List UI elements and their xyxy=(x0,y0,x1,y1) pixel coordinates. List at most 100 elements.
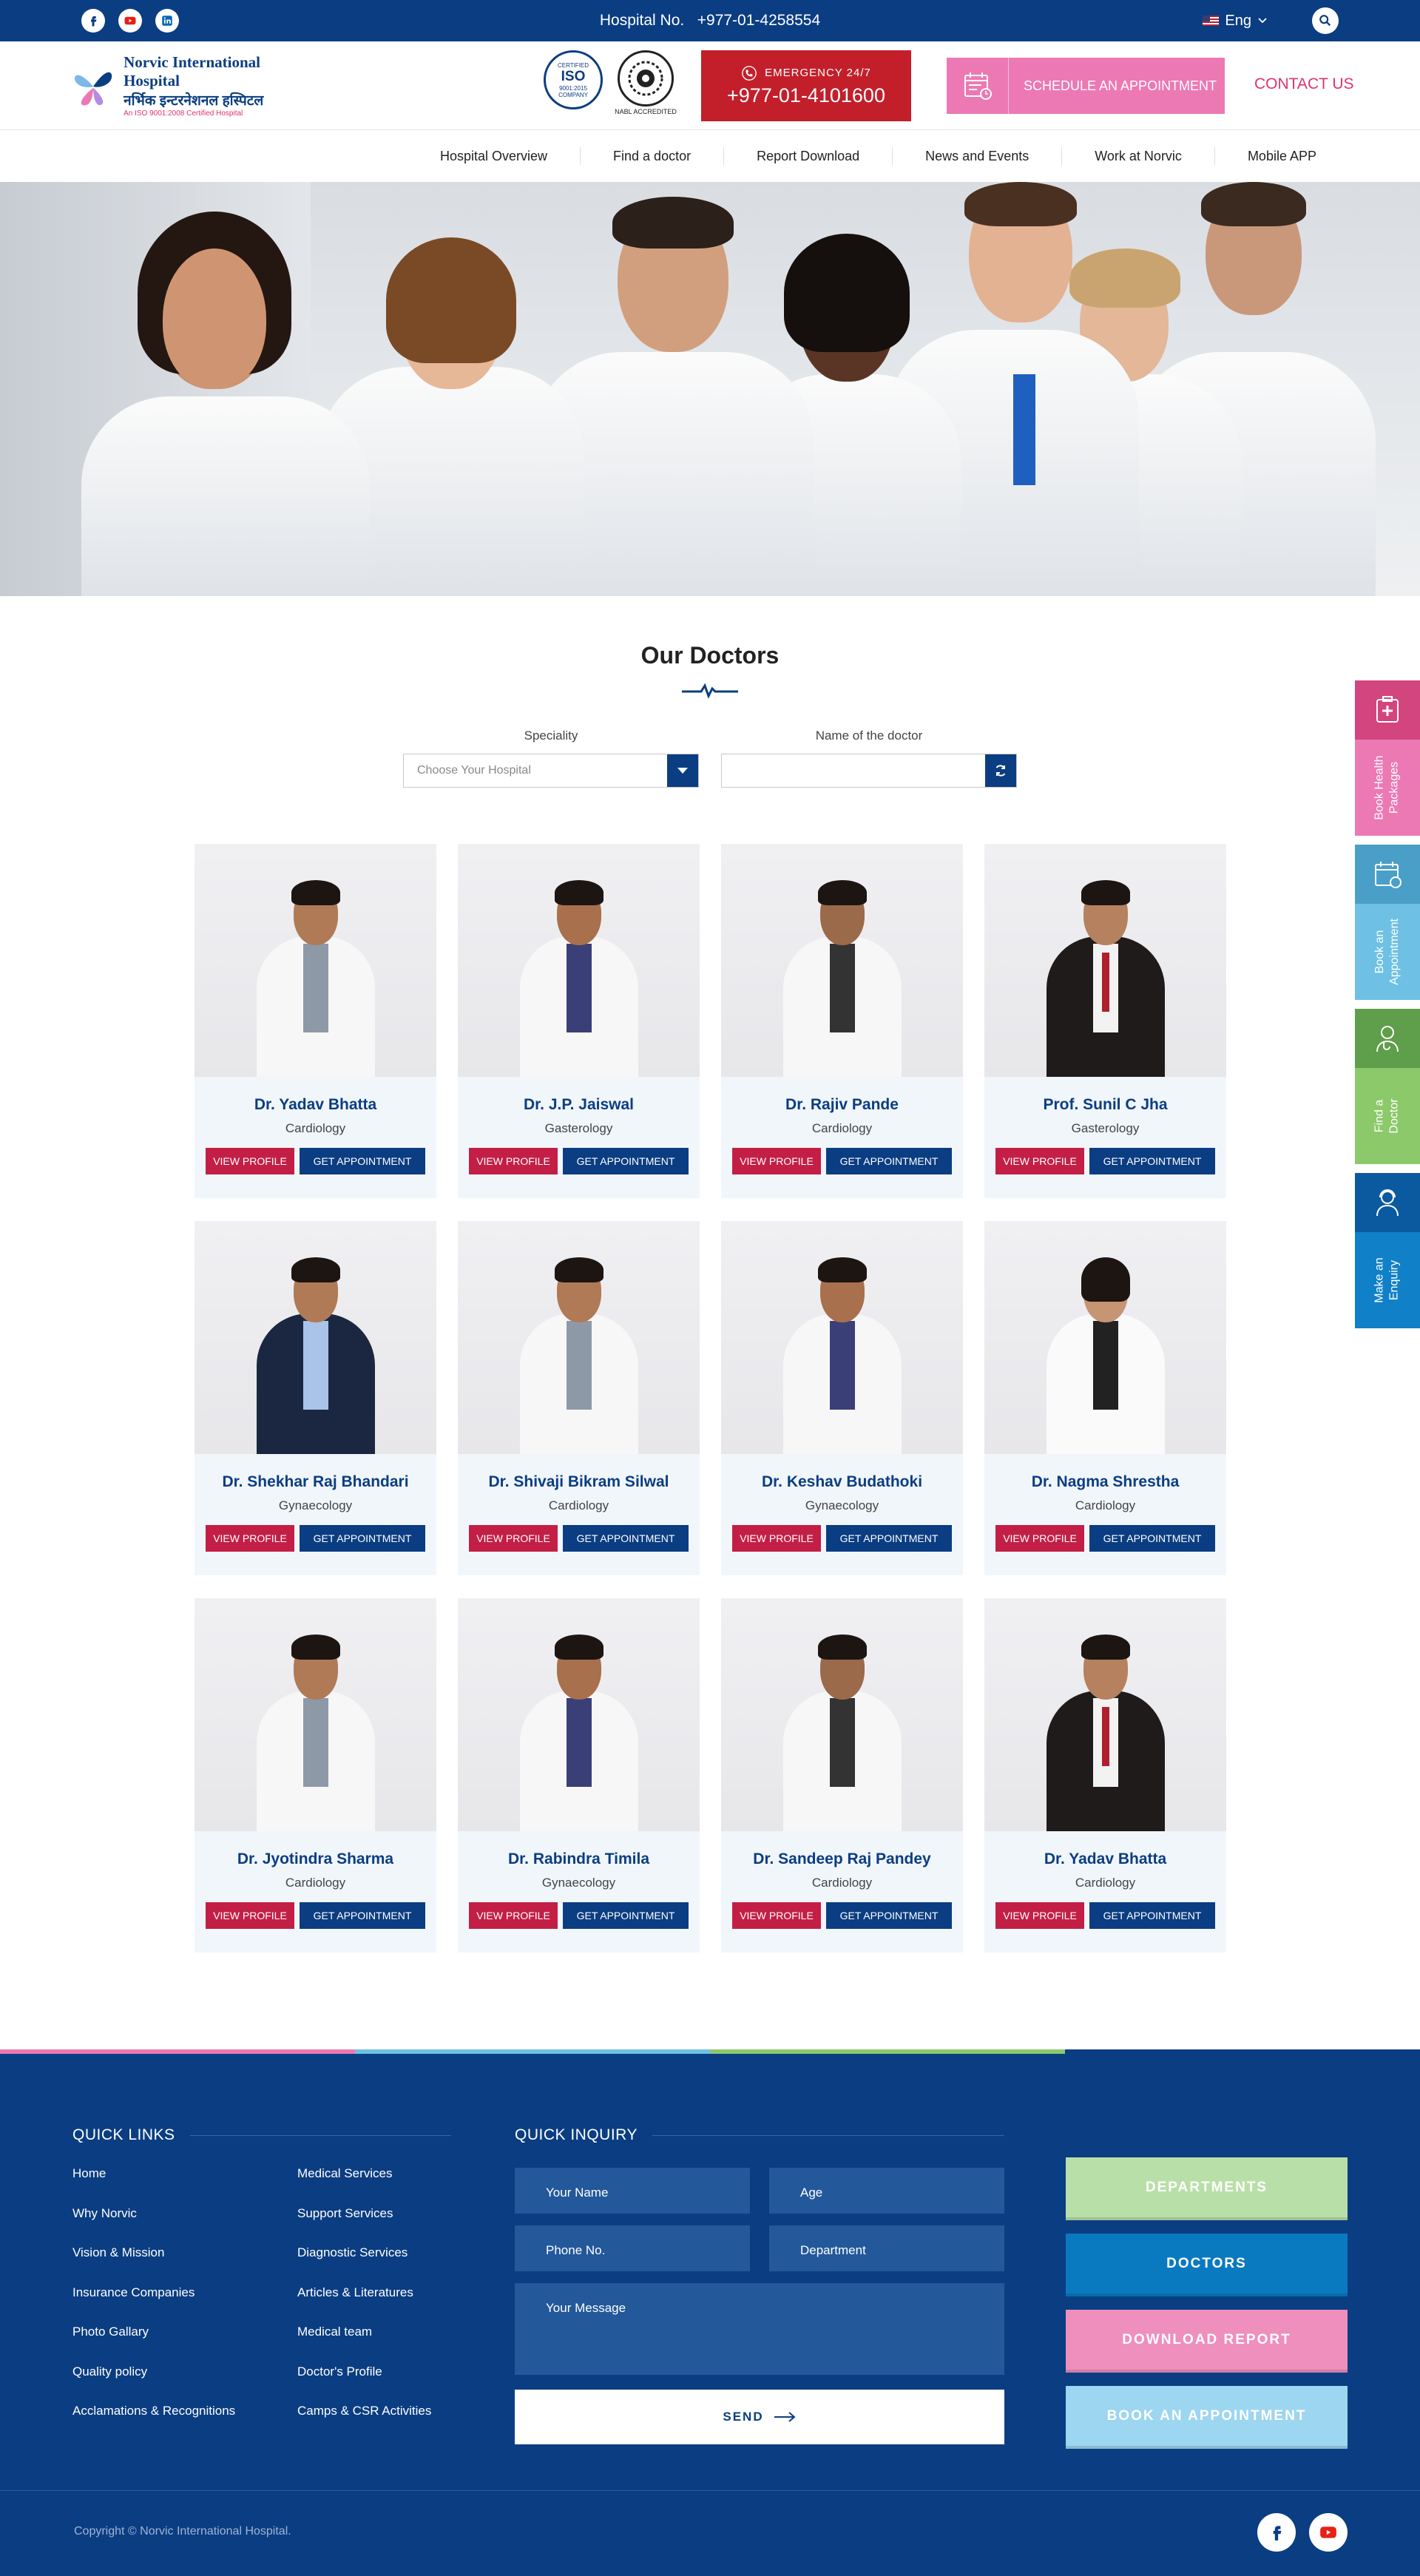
book-appointment-button[interactable]: BOOK AN APPOINTMENT xyxy=(1066,2386,1348,2449)
quick-links-section: QUICK LINKS Home Medical Services Why No… xyxy=(72,2126,451,2444)
search-button[interactable] xyxy=(1312,7,1339,34)
view-profile-button[interactable]: VIEW PROFILE xyxy=(732,1148,821,1174)
language-selector[interactable]: Eng xyxy=(1203,13,1268,30)
facebook-icon[interactable] xyxy=(1257,2513,1296,2552)
get-appointment-button[interactable]: GET APPOINTMENT xyxy=(826,1525,952,1552)
departments-button[interactable]: DEPARTMENTS xyxy=(1066,2157,1348,2220)
footer-link[interactable]: Medical Services xyxy=(297,2166,451,2206)
footer-link[interactable]: Support Services xyxy=(297,2206,451,2246)
get-appointment-button[interactable]: GET APPOINTMENT xyxy=(563,1525,689,1552)
youtube-icon[interactable] xyxy=(1309,2513,1348,2552)
facebook-icon[interactable] xyxy=(81,9,105,33)
doctor-photo[interactable] xyxy=(458,1221,700,1454)
view-profile-button[interactable]: VIEW PROFILE xyxy=(995,1902,1084,1929)
send-button[interactable]: SEND xyxy=(515,2390,1004,2444)
view-profile-button[interactable]: VIEW PROFILE xyxy=(206,1525,294,1552)
footer-link[interactable]: Camps & CSR Activities xyxy=(297,2404,451,2444)
doctor-card: Dr. Keshav Budathoki Gynaecology VIEW PR… xyxy=(721,1221,963,1575)
side-tab-label: Enquiry xyxy=(1388,1260,1401,1301)
doctor-photo[interactable] xyxy=(721,1598,963,1831)
inquiry-name-input[interactable]: Your Name xyxy=(515,2168,750,2214)
get-appointment-button[interactable]: GET APPOINTMENT xyxy=(300,1902,425,1929)
speciality-dropdown-button[interactable] xyxy=(667,754,698,787)
view-profile-button[interactable]: VIEW PROFILE xyxy=(732,1902,821,1929)
side-tab-label: Doctor xyxy=(1388,1098,1401,1134)
side-tab-book-health-packages[interactable]: Book Health Packages xyxy=(1355,680,1420,836)
doctor-name: Dr. Yadav Bhatta xyxy=(254,1096,377,1113)
get-appointment-button[interactable]: GET APPOINTMENT xyxy=(563,1148,689,1174)
inquiry-age-input[interactable]: Age xyxy=(769,2168,1004,2214)
get-appointment-button[interactable]: GET APPOINTMENT xyxy=(563,1902,689,1929)
emergency-label: EMERGENCY 24/7 xyxy=(765,67,871,79)
footer-link[interactable]: Home xyxy=(72,2166,297,2206)
get-appointment-button[interactable]: GET APPOINTMENT xyxy=(1089,1525,1215,1552)
view-profile-button[interactable]: VIEW PROFILE xyxy=(206,1902,294,1929)
doctor-photo[interactable] xyxy=(721,1221,963,1454)
nav-mobile-app[interactable]: Mobile APP xyxy=(1214,147,1349,165)
emergency-contact[interactable]: EMERGENCY 24/7 +977-01-4101600 xyxy=(701,50,911,121)
get-appointment-button[interactable]: GET APPOINTMENT xyxy=(826,1902,952,1929)
doctor-speciality: Gynaecology xyxy=(541,1876,616,1890)
footer-link[interactable]: Doctor's Profile xyxy=(297,2364,451,2404)
contact-us-link[interactable]: CONTACT US xyxy=(1254,75,1354,93)
doctor-photo[interactable] xyxy=(458,844,700,1077)
doctors-button[interactable]: DOCTORS xyxy=(1066,2234,1348,2296)
inquiry-message-textarea[interactable]: Your Message xyxy=(515,2283,1004,2375)
footer-link[interactable]: Acclamations & Recognitions xyxy=(72,2404,297,2444)
speciality-select[interactable]: Choose Your Hospital xyxy=(403,754,699,788)
view-profile-button[interactable]: VIEW PROFILE xyxy=(469,1525,558,1552)
footer-link[interactable]: Why Norvic xyxy=(72,2206,297,2246)
footer-link[interactable]: Quality policy xyxy=(72,2364,297,2404)
doctor-photo[interactable] xyxy=(721,844,963,1077)
view-profile-button[interactable]: VIEW PROFILE xyxy=(732,1525,821,1552)
doctor-name-input[interactable] xyxy=(721,754,1017,788)
doctor-photo[interactable] xyxy=(195,1221,436,1454)
footer-link[interactable]: Diagnostic Services xyxy=(297,2245,451,2285)
linkedin-icon[interactable] xyxy=(155,9,179,33)
footer-link[interactable]: Photo Gallary xyxy=(72,2325,297,2364)
schedule-appointment-button[interactable]: SCHEDULE AN APPOINTMENT xyxy=(947,58,1225,114)
footer-link[interactable]: Articles & Literatures xyxy=(297,2285,451,2325)
side-tab-find-doctor[interactable]: Find a Doctor xyxy=(1355,1009,1420,1164)
footer-link[interactable]: Insurance Companies xyxy=(72,2285,297,2325)
doctor-photo[interactable] xyxy=(195,844,436,1077)
nav-report-download[interactable]: Report Download xyxy=(723,147,892,165)
footer-link[interactable]: Medical team xyxy=(297,2325,451,2364)
side-tab-make-enquiry[interactable]: Make an Enquiry xyxy=(1355,1173,1420,1328)
side-tab-book-appointment[interactable]: Book an Appointment xyxy=(1355,845,1420,1000)
nav-news-and-events[interactable]: News and Events xyxy=(892,147,1061,165)
view-profile-button[interactable]: VIEW PROFILE xyxy=(469,1902,558,1929)
nav-work-at-norvic[interactable]: Work at Norvic xyxy=(1061,147,1214,165)
site-header: Norvic International Hospital नर्भिक इन्… xyxy=(0,41,1420,130)
get-appointment-button[interactable]: GET APPOINTMENT xyxy=(826,1148,952,1174)
view-profile-button[interactable]: VIEW PROFILE xyxy=(469,1148,558,1174)
view-profile-button[interactable]: VIEW PROFILE xyxy=(206,1148,294,1174)
youtube-icon[interactable] xyxy=(118,9,142,33)
footer-link[interactable]: Vision & Mission xyxy=(72,2245,297,2285)
inquiry-department-input[interactable]: Department xyxy=(769,2225,1004,2271)
arrow-right-icon xyxy=(774,2412,796,2422)
doctor-photo[interactable] xyxy=(195,1598,436,1831)
inquiry-phone-input[interactable]: Phone No. xyxy=(515,2225,750,2271)
hospital-logo[interactable]: Norvic International Hospital नर्भिक इन्… xyxy=(70,53,314,118)
download-report-button[interactable]: DOWNLOAD REPORT xyxy=(1066,2310,1348,2373)
get-appointment-button[interactable]: GET APPOINTMENT xyxy=(1089,1148,1215,1174)
doctor-speciality: Cardiology xyxy=(548,1498,609,1512)
doctor-photo[interactable] xyxy=(984,844,1226,1077)
doctor-photo[interactable] xyxy=(984,1221,1226,1454)
view-profile-button[interactable]: VIEW PROFILE xyxy=(995,1525,1084,1552)
doctor-photo[interactable] xyxy=(458,1598,700,1831)
logo-tagline: An ISO 9001:2008 Certified Hospital xyxy=(124,109,243,118)
nabl-seal-icon xyxy=(628,61,663,96)
refresh-button[interactable] xyxy=(985,754,1016,787)
hospital-number-value[interactable]: +977-01-4258554 xyxy=(697,12,820,29)
get-appointment-button[interactable]: GET APPOINTMENT xyxy=(1089,1902,1215,1929)
get-appointment-button[interactable]: GET APPOINTMENT xyxy=(300,1525,425,1552)
view-profile-button[interactable]: VIEW PROFILE xyxy=(995,1148,1084,1174)
nav-find-a-doctor[interactable]: Find a doctor xyxy=(580,147,723,165)
doctor-photo[interactable] xyxy=(984,1598,1226,1831)
get-appointment-button[interactable]: GET APPOINTMENT xyxy=(300,1148,425,1174)
nav-hospital-overview[interactable]: Hospital Overview xyxy=(408,147,580,165)
doctor-card: Dr. J.P. Jaiswal Gasterology VIEW PROFIL… xyxy=(458,844,700,1198)
iso-certification: CERTIFIED ISO 9001:2015 COMPANY xyxy=(542,50,604,117)
